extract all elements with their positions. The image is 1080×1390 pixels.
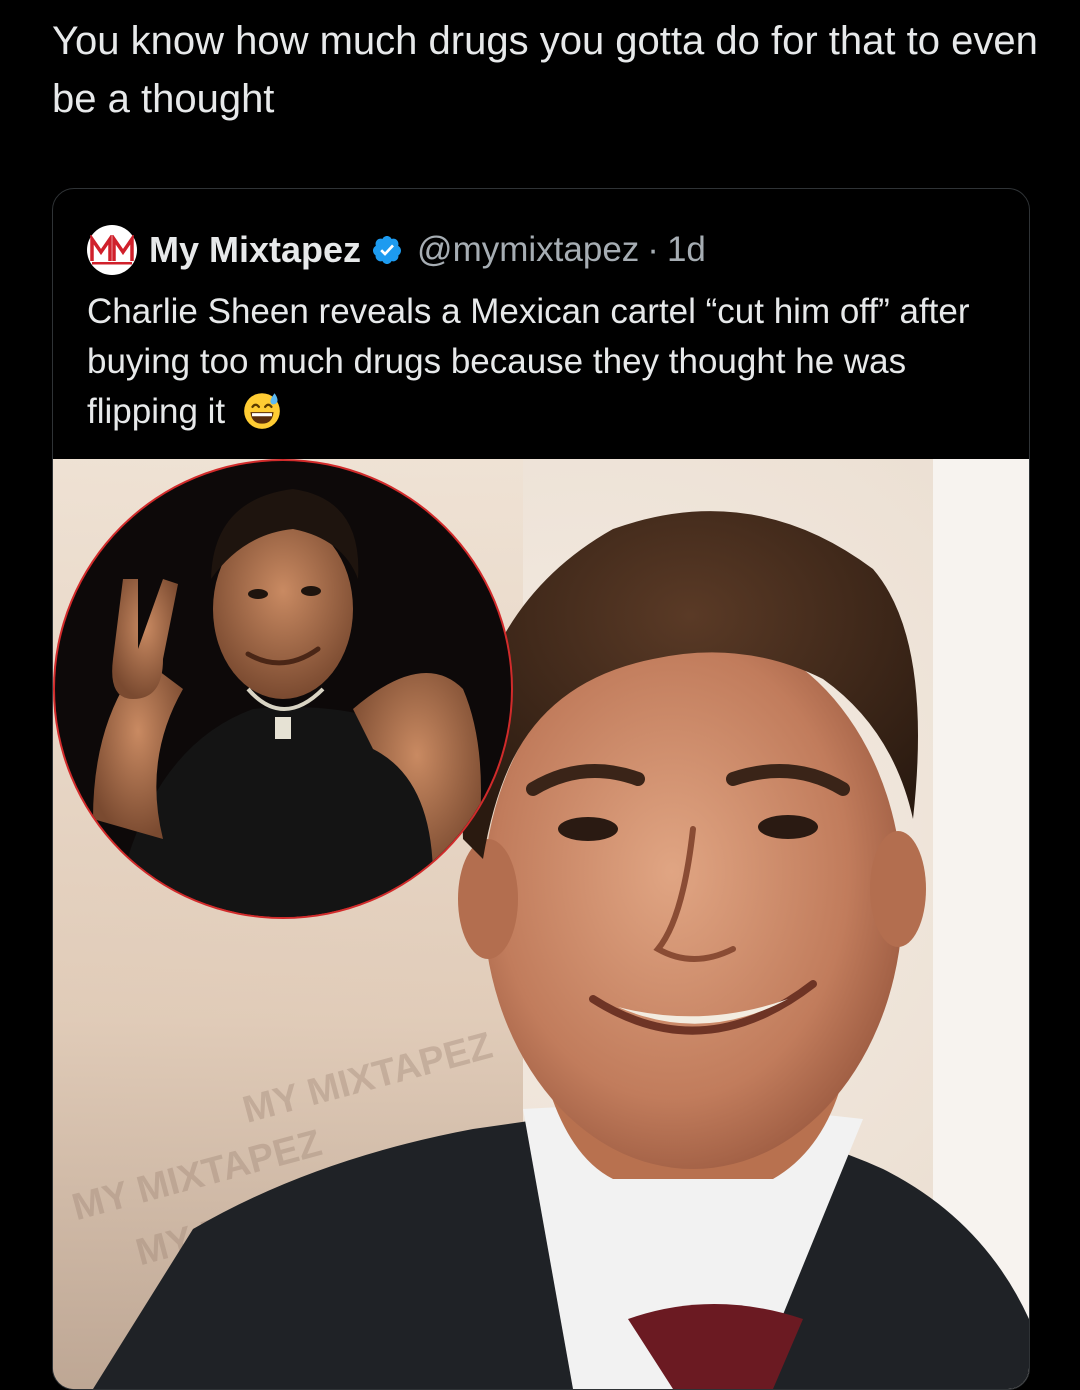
author-handle[interactable]: @mymixtapez <box>417 230 639 270</box>
separator-dot: · <box>647 230 659 269</box>
post-timestamp[interactable]: 1d <box>667 230 706 270</box>
quoted-post-body: Charlie Sheen reveals a Mexican cartel “… <box>87 292 970 431</box>
quoted-post-text: Charlie Sheen reveals a Mexican cartel “… <box>87 287 1007 437</box>
grinning-face-with-sweat-icon <box>244 393 280 429</box>
post-media-image[interactable]: MY MIXTAPEZ MY MIXTAPEZ MY MIXTAPEZ <box>53 459 1029 1389</box>
quoted-post-card[interactable]: My Mixtapez @mymixtapez · 1d Charlie She… <box>52 188 1030 1390</box>
verified-badge-icon <box>373 236 402 264</box>
quoted-post-header: My Mixtapez @mymixtapez · 1d <box>87 225 706 275</box>
inset-photo <box>53 459 513 919</box>
author-name[interactable]: My Mixtapez <box>149 229 361 271</box>
mymixtapez-logo-icon[interactable] <box>87 225 137 275</box>
post-text: You know how much drugs you gotta do for… <box>52 19 1038 121</box>
